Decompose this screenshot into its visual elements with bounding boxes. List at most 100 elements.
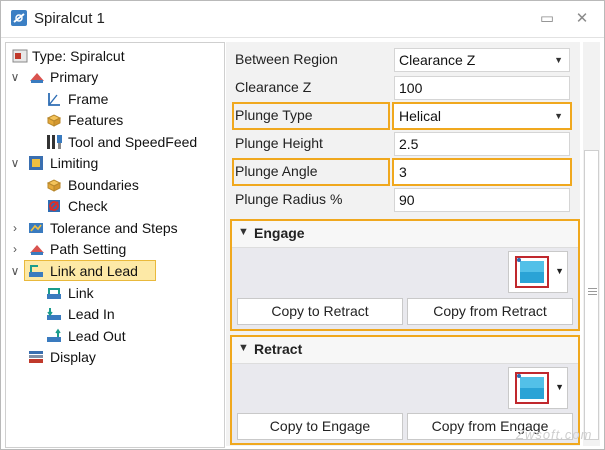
engage-section-header[interactable]: ▼ Engage — [232, 221, 578, 248]
dialog-window: Spiralcut 1 ▭ ✕ Type: Spiralcut ∨ Primar… — [0, 0, 605, 450]
primary-icon — [30, 73, 44, 83]
engage-section-body: ▼ Copy to Retract Copy from Retract — [232, 248, 578, 329]
tree-item-tool-speedfeed[interactable]: Tool and SpeedFeed — [6, 132, 222, 152]
tool-icon — [47, 135, 62, 149]
tree-item-label: Type: Spiralcut — [32, 48, 125, 64]
tree-item-boundaries[interactable]: Boundaries — [6, 175, 222, 195]
scrollbar-thumb[interactable] — [584, 150, 599, 440]
param-row-between-region: Between Region Clearance Z ▼ — [226, 46, 580, 74]
plunge-angle-input[interactable]: 3 — [394, 160, 570, 184]
tree-item-label: Boundaries — [68, 177, 139, 193]
tree-item-display[interactable]: Display — [6, 347, 222, 367]
watermark: Zwsoft.com — [516, 427, 593, 442]
param-row-plunge-type: Plunge Type Helical ▼ — [226, 102, 580, 130]
input-value: 90 — [399, 192, 415, 208]
param-label: Plunge Angle — [235, 163, 318, 179]
boundaries-icon — [46, 179, 62, 192]
tree-item-check[interactable]: Check — [6, 196, 222, 216]
dropdown-arrow-icon: ▼ — [554, 55, 563, 65]
retract-section-header[interactable]: ▼ Retract — [232, 337, 578, 364]
lead-style-swatch-icon — [515, 256, 549, 288]
plunge-height-input[interactable]: 2.5 — [394, 132, 570, 156]
tree-item-label: Path Setting — [50, 241, 127, 257]
tree-item-frame[interactable]: Frame — [6, 89, 222, 109]
param-label: Plunge Type — [235, 107, 313, 123]
lead-in-icon — [47, 308, 61, 320]
copy-to-retract-button[interactable]: Copy to Retract — [237, 298, 403, 325]
tree-item-label: Tolerance and Steps — [50, 220, 178, 236]
select-value: Clearance Z — [399, 52, 476, 68]
lead-style-swatch-icon — [515, 372, 549, 404]
engage-section: ▼ Engage ▼ Copy to Retract Copy from Ret… — [230, 219, 580, 331]
chevron-down-icon[interactable]: ∨ — [9, 67, 21, 87]
tree-item-link[interactable]: Link — [6, 283, 222, 303]
tree-item-label: Link and Lead — [50, 263, 138, 279]
clearance-z-input[interactable]: 100 — [394, 76, 570, 100]
retract-section-title: Retract — [254, 341, 303, 357]
param-row-plunge-radius: Plunge Radius % 90 — [226, 186, 580, 214]
retract-style-button[interactable]: ▼ — [508, 367, 568, 409]
limiting-icon — [29, 156, 43, 170]
vertical-scrollbar[interactable] — [583, 42, 600, 446]
input-value: 2.5 — [399, 136, 419, 152]
lead-out-icon — [47, 328, 61, 342]
close-icon[interactable]: ✕ — [573, 10, 591, 28]
frame-icon — [48, 93, 60, 106]
tree-item-path-setting[interactable]: › Path Setting — [6, 239, 222, 259]
param-label: Plunge Height — [235, 135, 323, 151]
copy-to-engage-button[interactable]: Copy to Engage — [237, 413, 403, 440]
tree-item-lead-in[interactable]: Lead In — [6, 304, 222, 324]
plunge-type-select[interactable]: Helical ▼ — [394, 104, 570, 128]
input-value: 100 — [399, 80, 423, 96]
tree-item-label: Primary — [50, 69, 99, 85]
display-icon — [29, 351, 43, 363]
spiralcut-app-icon — [11, 10, 27, 26]
tree-item-label: Features — [68, 112, 124, 128]
tree-item-label: Lead In — [68, 306, 115, 322]
copy-from-retract-button[interactable]: Copy from Retract — [407, 298, 573, 325]
check-icon — [48, 200, 60, 212]
title-bar: Spiralcut 1 ▭ ✕ — [1, 1, 604, 38]
tree-item-limiting[interactable]: ∨ Limiting — [6, 153, 222, 173]
dropdown-arrow-icon[interactable]: ▼ — [555, 382, 564, 392]
tree-item-label: Display — [50, 349, 96, 365]
link-lead-icon — [29, 265, 43, 277]
tree-item-features[interactable]: Features — [6, 110, 222, 130]
chevron-right-icon[interactable]: › — [9, 239, 21, 259]
window-title: Spiralcut 1 — [34, 10, 105, 27]
tree-item-tolerance-steps[interactable]: › Tolerance and Steps — [6, 218, 222, 238]
select-value: Helical — [399, 108, 442, 124]
dropdown-arrow-icon[interactable]: ▼ — [555, 266, 564, 276]
type-icon — [12, 49, 28, 63]
link-icon — [47, 288, 61, 299]
param-row-plunge-angle: Plunge Angle 3 — [226, 158, 580, 186]
input-value: 3 — [399, 164, 407, 180]
path-setting-icon — [30, 245, 44, 255]
pin-icon[interactable]: ▭ — [538, 10, 556, 28]
between-region-select[interactable]: Clearance Z ▼ — [394, 48, 570, 72]
grip-icon — [588, 288, 597, 296]
tree-item-link-and-lead[interactable]: ∨ Link and Lead — [6, 260, 222, 281]
tree-item-type[interactable]: Type: Spiralcut — [6, 46, 222, 66]
parameter-panel: Between Region Clearance Z ▼ Clearance Z… — [226, 42, 580, 446]
chevron-down-icon[interactable]: ∨ — [9, 153, 21, 173]
tree-item-label: Tool and SpeedFeed — [68, 134, 198, 150]
tolerance-icon — [29, 223, 43, 233]
tree-item-label: Lead Out — [68, 328, 126, 344]
param-row-plunge-height: Plunge Height 2.5 — [226, 130, 580, 158]
engage-section-title: Engage — [254, 225, 305, 241]
engage-style-button[interactable]: ▼ — [508, 251, 568, 293]
tree-item-lead-out[interactable]: Lead Out — [6, 326, 222, 346]
chevron-right-icon[interactable]: › — [9, 218, 21, 238]
tree-item-label: Limiting — [50, 155, 99, 171]
chevron-down-icon[interactable]: ∨ — [9, 261, 21, 281]
param-label: Plunge Radius % — [235, 191, 343, 207]
collapse-triangle-icon[interactable]: ▼ — [238, 342, 249, 354]
tree-item-primary[interactable]: ∨ Primary — [6, 67, 222, 87]
features-icon — [46, 114, 62, 127]
collapse-triangle-icon[interactable]: ▼ — [238, 226, 249, 238]
param-label: Clearance Z — [235, 79, 312, 95]
tree-item-label: Link — [68, 285, 94, 301]
param-label: Between Region — [235, 51, 338, 67]
plunge-radius-input[interactable]: 90 — [394, 188, 570, 212]
